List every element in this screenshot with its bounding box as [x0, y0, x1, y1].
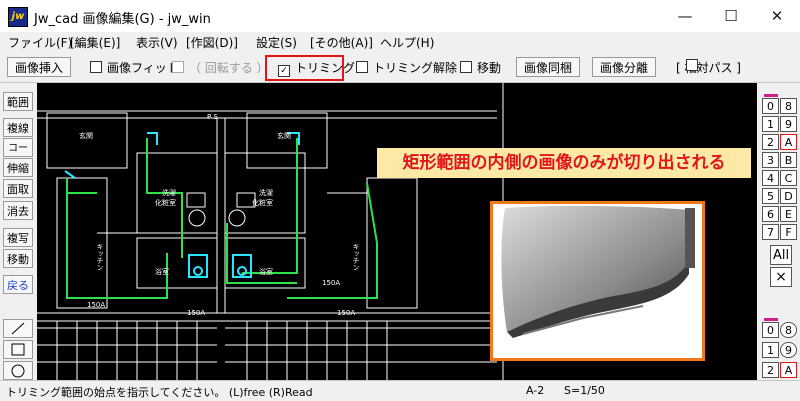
layer-group-0[interactable]: 0 [762, 98, 779, 114]
tool-move[interactable]: 移動 [3, 249, 33, 268]
tool-parallel-line[interactable]: 複線 [3, 118, 33, 137]
status-message: トリミング範囲の始点を指示してください。 (L)free (R)Read [6, 386, 313, 399]
trimmed-product-image [493, 204, 702, 358]
menu-draw[interactable]: [作図(D)] [186, 34, 238, 51]
layer-0[interactable]: 0 [762, 322, 779, 338]
trimmed-image-frame [490, 201, 705, 361]
window-title: Jw_cad 画像編集(G) - jw_win [34, 12, 211, 27]
trimming-highlight-frame [265, 55, 344, 81]
image-fit-box[interactable] [90, 61, 102, 73]
menu-edit[interactable]: [編集(E)] [70, 34, 120, 51]
image-fit-checkbox[interactable]: 画像フィット [90, 59, 179, 76]
annotation-caption: 矩形範囲の内側の画像のみが切り出される [377, 148, 751, 178]
menu-other[interactable]: [その他(A)] [310, 34, 373, 51]
rotate-checkbox[interactable]: （ 回転する ） [172, 59, 269, 76]
minimize-icon[interactable]: — [662, 0, 708, 32]
layer-all-button[interactable]: All [770, 245, 792, 265]
layer-group-indicator [764, 94, 778, 97]
layer-8[interactable]: 8 [780, 322, 797, 338]
rectangle-tool-icon[interactable] [3, 340, 33, 359]
status-layer[interactable]: A-2 [526, 384, 544, 397]
label-bathroom-2: 浴室 [259, 268, 273, 276]
label-laundry-2: 洗濯 [259, 189, 273, 197]
layer-group-1[interactable]: 1 [762, 116, 779, 132]
status-scale[interactable]: S=1/50 [564, 384, 605, 397]
layer-group-5[interactable]: 5 [762, 188, 779, 204]
layer-group-9[interactable]: 9 [780, 116, 797, 132]
left-tool-panel: 範囲 複線 コーナー 伸縮 面取 消去 複写 移動 戻る [0, 83, 36, 380]
tool-stretch[interactable]: 伸縮 [3, 158, 33, 177]
title-bar: jw Jw_cad 画像編集(G) - jw_win — ☐ ✕ [0, 0, 800, 32]
label-bathroom-1: 浴室 [155, 268, 169, 276]
menu-settings[interactable]: 設定(S) [256, 34, 297, 51]
layer-group-a[interactable]: A [780, 134, 797, 150]
label-kitchen-1: キッチン [96, 243, 104, 271]
tool-range[interactable]: 範囲 [3, 92, 33, 111]
layer-9[interactable]: 9 [780, 342, 797, 358]
layer-2[interactable]: 2 [762, 362, 779, 378]
label-pipe-150a-4: 150A [337, 309, 356, 317]
layer-group-c[interactable]: C [780, 170, 797, 186]
line-tool-icon[interactable] [3, 319, 33, 338]
label-powder-room-2: 化粧室 [252, 199, 273, 207]
menu-view[interactable]: 表示(V) [136, 34, 178, 51]
menu-help[interactable]: ヘルプ(H) [380, 34, 434, 51]
move-label: 移動 [477, 61, 502, 75]
move-box[interactable] [460, 61, 472, 73]
layer-group-e[interactable]: E [780, 206, 797, 222]
toolbar: 画像挿入 画像フィット （ 回転する ） ✓ トリミング トリミング解除 移動 画… [0, 52, 800, 83]
layer-group-7[interactable]: 7 [762, 224, 779, 240]
label-kitchen-2: キッチン [352, 243, 360, 271]
layer-group-b[interactable]: B [780, 152, 797, 168]
layer-group-8[interactable]: 8 [780, 98, 797, 114]
status-bar: トリミング範囲の始点を指示してください。 (L)free (R)Read A-2… [0, 380, 800, 401]
menu-bar: ファイル(F) [編集(E)] 表示(V) [作図(D)] 設定(S) [その他… [0, 32, 800, 52]
image-fit-label: 画像フィット [107, 61, 179, 75]
tool-corner[interactable]: コーナー [3, 138, 33, 173]
label-powder-room-1: 化粧室 [155, 199, 176, 207]
layer-clear-icon[interactable]: × [770, 267, 792, 287]
label-pipe-space: P S [207, 113, 218, 121]
maximize-icon[interactable]: ☐ [708, 0, 754, 32]
layer-panel: 0 8 1 9 2 A 3 B 4 C 5 D 6 E 7 F All × 0 … [757, 83, 800, 380]
layer-group-d[interactable]: D [780, 188, 797, 204]
circle-tool-icon[interactable] [3, 361, 33, 380]
tool-copy[interactable]: 複写 [3, 228, 33, 247]
app-icon: jw [8, 7, 28, 27]
menu-file[interactable]: ファイル(F) [8, 34, 72, 51]
trimming-release-checkbox[interactable]: トリミング解除 [356, 59, 457, 76]
image-separate-button[interactable]: 画像分離 [592, 57, 656, 77]
layer-group-4[interactable]: 4 [762, 170, 779, 186]
layer-indicator [764, 318, 778, 321]
layer-1[interactable]: 1 [762, 342, 779, 358]
tool-chamfer[interactable]: 面取 [3, 179, 33, 198]
insert-image-button[interactable]: 画像挿入 [7, 57, 71, 77]
label-pipe-150a-2: 150A [322, 279, 341, 287]
label-entrance-2: 玄関 [277, 132, 291, 140]
trimming-release-box[interactable] [356, 61, 368, 73]
layer-group-2[interactable]: 2 [762, 134, 779, 150]
move-checkbox[interactable]: 移動 [460, 59, 501, 76]
rotate-box[interactable] [172, 61, 184, 73]
trimming-release-label: トリミング解除 [373, 61, 458, 75]
layer-group-f[interactable]: F [780, 224, 797, 240]
label-entrance-1: 玄関 [79, 132, 93, 140]
tool-erase[interactable]: 消去 [3, 201, 33, 220]
rotate-label: （ 回転する ） [189, 61, 269, 75]
tool-undo[interactable]: 戻る [3, 275, 33, 294]
layer-group-6[interactable]: 6 [762, 206, 779, 222]
image-bundle-button[interactable]: 画像同梱 [516, 57, 580, 77]
label-laundry-1: 洗濯 [162, 189, 176, 197]
label-pipe-150a-3: 150A [187, 309, 206, 317]
layer-group-3[interactable]: 3 [762, 152, 779, 168]
label-pipe-150a-1: 150A [87, 301, 106, 309]
relative-path-box[interactable] [686, 59, 698, 71]
close-icon[interactable]: ✕ [754, 0, 800, 32]
layer-a[interactable]: A [780, 362, 797, 378]
